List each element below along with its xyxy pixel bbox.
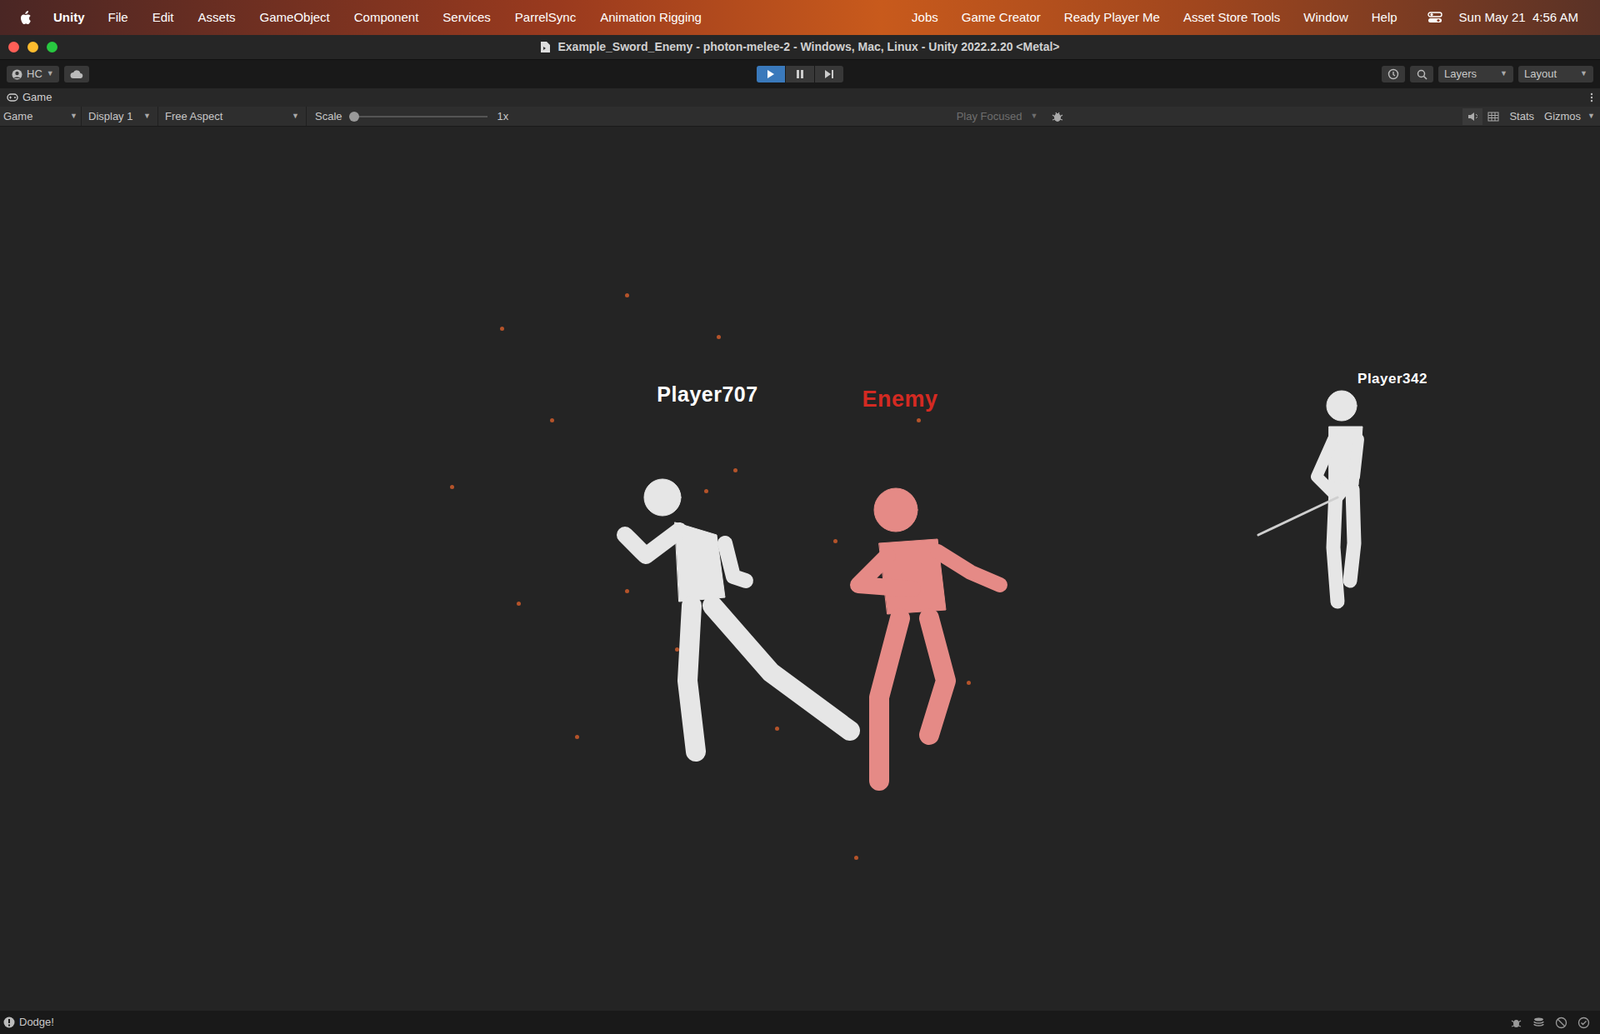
cache-icon[interactable] (1532, 1016, 1545, 1030)
account-icon (11, 69, 23, 80)
menu-item[interactable]: Game Creator (961, 8, 1041, 28)
game-tab[interactable]: Game (6, 89, 52, 106)
character-name-label: Enemy (861, 382, 938, 417)
play-mode-dropdown[interactable]: Play Focused▼ (950, 108, 1045, 125)
spark-particle (833, 539, 838, 544)
scale-slider[interactable] (349, 110, 488, 123)
menu-item[interactable]: File (108, 8, 129, 28)
apple-icon[interactable] (18, 10, 32, 26)
menu-item[interactable]: Animation Rigging (600, 8, 702, 28)
character-name-label: Player707 (656, 379, 758, 411)
spark-particle (704, 489, 709, 494)
game-view[interactable]: Player707 Enemy Player342 (0, 126, 1600, 1011)
minimize-button[interactable] (27, 41, 39, 53)
title-bar: Example_Sword_Enemy - photon-melee-2 - W… (0, 35, 1600, 60)
stats-grid-button[interactable] (1482, 108, 1505, 125)
menu-item[interactable]: Jobs (911, 8, 939, 28)
menu-item[interactable]: Edit (152, 8, 175, 28)
close-button[interactable] (8, 41, 20, 53)
menu-item[interactable]: Asset Store Tools (1183, 8, 1280, 28)
spark-particle (966, 680, 971, 685)
layout-dropdown[interactable]: Layout▼ (1518, 65, 1594, 83)
spark-particle (575, 735, 580, 740)
play-button[interactable] (756, 65, 785, 83)
bug-icon[interactable] (1050, 110, 1065, 124)
clock[interactable]: Sun May 21 4:56 AM (1459, 8, 1579, 28)
aspect-dropdown[interactable]: Free Aspect▼ (158, 106, 307, 126)
debug-icon[interactable] (1510, 1016, 1523, 1030)
game-toolbar: Game▼ Display 1▼ Free Aspect▼ Scale 1x P… (0, 106, 1600, 127)
display-dropdown[interactable]: Display 1▼ (81, 106, 159, 126)
stats-button[interactable]: Stats (1504, 108, 1540, 125)
status-message[interactable]: Dodge! (19, 1014, 55, 1031)
search-button[interactable] (1410, 65, 1434, 83)
grid-icon (1487, 111, 1500, 122)
account-dropdown[interactable]: HC ▼ (6, 65, 60, 83)
network-icon[interactable] (1555, 1016, 1568, 1030)
zoom-button[interactable] (46, 41, 58, 53)
scale-thumb[interactable] (349, 111, 360, 122)
enemy-character (820, 468, 1038, 802)
menu-bar: Unity File Edit Assets GameObject Component S… (0, 0, 1600, 35)
menu-item[interactable]: ParrelSync (515, 8, 576, 28)
window-title: Example_Sword_Enemy - photon-melee-2 - W… (557, 38, 1060, 56)
spark-particle (500, 326, 505, 331)
spark-particle (625, 589, 630, 594)
player-character (600, 464, 884, 815)
menu-item[interactable]: Component (354, 8, 420, 28)
menu-item[interactable]: Help (1371, 8, 1398, 28)
pause-button[interactable] (785, 65, 815, 83)
layers-dropdown[interactable]: Layers▼ (1438, 65, 1514, 83)
play-icon (766, 69, 775, 80)
pause-icon (795, 69, 805, 80)
check-icon[interactable] (1577, 1016, 1590, 1030)
menu-item[interactable]: Ready Player Me (1064, 8, 1160, 28)
control-center-icon[interactable] (1427, 11, 1443, 24)
step-button[interactable] (815, 65, 844, 83)
player-character (1254, 380, 1409, 631)
speaker-icon (1467, 111, 1479, 122)
spark-particle (733, 468, 738, 473)
app-menu[interactable]: Unity (53, 8, 85, 28)
menu-item[interactable]: Window (1303, 8, 1348, 28)
view-dropdown[interactable]: Game▼ (0, 106, 82, 126)
spark-particle (775, 726, 780, 731)
menu-item[interactable]: Assets (198, 8, 236, 28)
spark-particle (625, 293, 630, 298)
search-icon (1416, 69, 1428, 80)
info-icon (3, 1016, 15, 1029)
spark-particle (550, 418, 555, 423)
spark-particle (916, 418, 921, 423)
spark-particle (675, 647, 680, 652)
more-icon[interactable] (1590, 92, 1594, 103)
history-icon (1387, 68, 1400, 80)
cloud-button[interactable] (64, 65, 90, 83)
menu-item[interactable]: GameObject (260, 8, 330, 28)
status-bar: Dodge! (0, 1010, 1600, 1034)
mute-audio-button[interactable] (1462, 108, 1483, 125)
main-toolbar: HC ▼ Layers▼ (0, 60, 1600, 89)
step-icon (824, 69, 835, 80)
menu-item[interactable]: Services (442, 8, 491, 28)
spark-particle (716, 335, 721, 340)
cloud-icon (70, 70, 84, 79)
gizmos-dropdown[interactable]: Gizmos▼ (1539, 108, 1600, 125)
scene-file-icon (540, 40, 551, 54)
character-name-label: Player342 (1357, 368, 1428, 390)
game-tab-bar: Game (0, 88, 1600, 107)
gamepad-icon (6, 93, 19, 102)
history-button[interactable] (1381, 65, 1405, 83)
spark-particle (516, 601, 521, 606)
spark-particle (854, 855, 859, 860)
spark-particle (450, 485, 455, 490)
